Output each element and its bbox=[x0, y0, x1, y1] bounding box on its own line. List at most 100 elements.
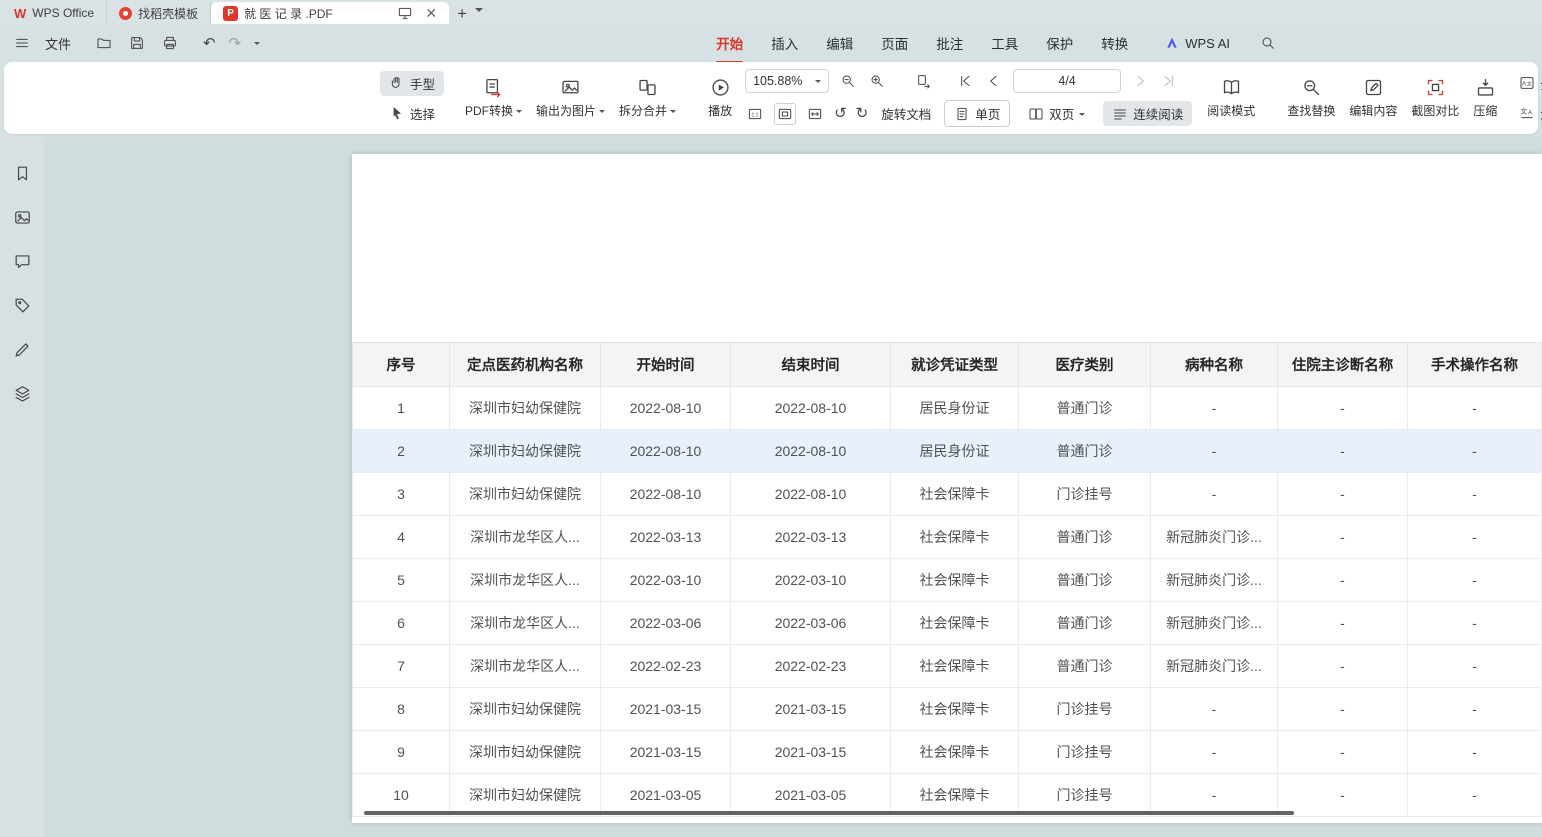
table-cell: 2022-08-10 bbox=[731, 473, 891, 516]
pdf-convert-button[interactable]: PDF转换 bbox=[458, 73, 529, 123]
table-row[interactable]: 7深圳市龙华区人...2022-02-232022-02-23社会保障卡普通门诊… bbox=[353, 645, 1542, 688]
zoom-in-icon[interactable] bbox=[867, 71, 887, 91]
table-row[interactable]: 2深圳市妇幼保健院2022-08-102022-08-10居民身份证普通门诊--… bbox=[353, 430, 1542, 473]
tab-document-controls: ✕ bbox=[395, 3, 437, 23]
ribbon-tab-page[interactable]: 页面 bbox=[867, 29, 922, 57]
thumbnail-icon[interactable] bbox=[11, 206, 34, 229]
previous-page-icon[interactable] bbox=[984, 71, 1004, 91]
compress-button[interactable]: 压缩 bbox=[1466, 73, 1504, 123]
close-tab-icon[interactable]: ✕ bbox=[425, 6, 437, 20]
hand-tool-button[interactable]: 手型 bbox=[380, 71, 444, 96]
comment-icon[interactable] bbox=[11, 250, 34, 273]
double-page-button[interactable]: 双页 bbox=[1019, 101, 1094, 126]
ribbon-tab-tools[interactable]: 工具 bbox=[977, 29, 1032, 57]
column-header: 病种名称 bbox=[1151, 343, 1278, 387]
word-translation-button[interactable]: 文A 划词翻译 bbox=[1510, 101, 1542, 126]
tab-docer-template[interactable]: 找稻壳模板 bbox=[107, 2, 211, 24]
split-merge-label: 拆分合并 bbox=[619, 102, 667, 119]
column-header: 序号 bbox=[353, 343, 450, 387]
continuous-read-button[interactable]: 连续阅读 bbox=[1103, 101, 1192, 126]
ribbon-tab-protect[interactable]: 保护 bbox=[1032, 29, 1087, 57]
wps-ai-button[interactable]: WPS AI bbox=[1164, 35, 1230, 51]
screenshot-compare-label: 截图对比 bbox=[1411, 102, 1459, 119]
table-row[interactable]: 9深圳市妇幼保健院2021-03-152021-03-15社会保障卡门诊挂号--… bbox=[353, 731, 1542, 774]
mini-window-icon[interactable] bbox=[395, 3, 415, 23]
fit-page-icon[interactable] bbox=[774, 103, 796, 125]
horizontal-scrollbar[interactable] bbox=[364, 811, 1294, 815]
rotate-right-icon[interactable]: ↻ bbox=[856, 106, 869, 121]
layers-icon[interactable] bbox=[11, 382, 34, 405]
export-image-label: 输出为图片 bbox=[536, 102, 596, 119]
file-menu[interactable]: 文件 bbox=[45, 34, 71, 53]
svg-text:A: A bbox=[1528, 110, 1532, 116]
single-page-icon bbox=[954, 106, 970, 122]
zoom-level-select[interactable]: 105.88% bbox=[745, 69, 829, 93]
first-page-icon[interactable] bbox=[955, 71, 975, 91]
wps-office-window: W WPS Office 找稻壳模板 P 就 医 记 录 .PDF ✕ + 文件 bbox=[0, 0, 1542, 837]
page-number-input[interactable]: 4/4 bbox=[1013, 69, 1121, 93]
hamburger-menu-icon[interactable] bbox=[12, 33, 32, 53]
full-translation-button[interactable]: A文 全文翻译 bbox=[1510, 71, 1542, 96]
search-icon[interactable] bbox=[1258, 33, 1278, 53]
tab-document-pdf[interactable]: P 就 医 记 录 .PDF ✕ bbox=[211, 2, 449, 24]
single-page-button[interactable]: 单页 bbox=[944, 100, 1010, 127]
table-row[interactable]: 5深圳市龙华区人...2022-03-102022-03-10社会保障卡普通门诊… bbox=[353, 559, 1542, 602]
redo-icon[interactable]: ↷ bbox=[229, 36, 242, 51]
table-cell: 2021-03-15 bbox=[601, 688, 731, 731]
layout-row: 1:1 ↺ ↻ 旋转文档 单页 双页 bbox=[745, 100, 1192, 127]
export-image-button[interactable]: 输出为图片 bbox=[529, 73, 612, 123]
ribbon-tab-edit[interactable]: 编辑 bbox=[812, 29, 867, 57]
history-chevron-icon[interactable] bbox=[254, 42, 260, 48]
table-body: 1深圳市妇幼保健院2022-08-102022-08-10居民身份证普通门诊--… bbox=[353, 387, 1542, 817]
read-mode-button[interactable]: 阅读模式 bbox=[1200, 73, 1262, 123]
table-cell: 深圳市龙华区人... bbox=[450, 559, 601, 602]
rotate-document-button[interactable]: 旋转文档 bbox=[877, 101, 935, 126]
table-cell: 门诊挂号 bbox=[1019, 688, 1151, 731]
table-row[interactable]: 1深圳市妇幼保健院2022-08-102022-08-10居民身份证普通门诊--… bbox=[353, 387, 1542, 430]
bookmark-icon[interactable] bbox=[11, 162, 34, 185]
find-replace-button[interactable]: 查找替换 bbox=[1280, 73, 1342, 123]
table-cell: - bbox=[1151, 430, 1278, 473]
table-row[interactable]: 6深圳市龙华区人...2022-03-062022-03-06社会保障卡普通门诊… bbox=[353, 602, 1542, 645]
table-row[interactable]: 3深圳市妇幼保健院2022-08-102022-08-10社会保障卡门诊挂号--… bbox=[353, 473, 1542, 516]
table-cell: 普通门诊 bbox=[1019, 387, 1151, 430]
new-tab-icon[interactable]: + bbox=[449, 4, 475, 24]
fit-width-icon[interactable] bbox=[805, 104, 825, 124]
actual-size-icon[interactable]: 1:1 bbox=[745, 104, 765, 124]
wps-logo-icon: W bbox=[14, 6, 26, 21]
page-jump-icon[interactable] bbox=[914, 71, 934, 91]
table-cell: - bbox=[1408, 430, 1542, 473]
zoom-out-icon[interactable] bbox=[838, 71, 858, 91]
table-row[interactable]: 8深圳市妇幼保健院2021-03-152021-03-15社会保障卡门诊挂号--… bbox=[353, 688, 1542, 731]
open-folder-icon[interactable] bbox=[94, 33, 114, 53]
ribbon-tab-insert[interactable]: 插入 bbox=[757, 29, 812, 57]
table-row[interactable]: 4深圳市龙华区人...2022-03-132022-03-13社会保障卡普通门诊… bbox=[353, 516, 1542, 559]
split-merge-button[interactable]: 拆分合并 bbox=[612, 73, 683, 123]
tag-icon[interactable] bbox=[11, 294, 34, 317]
last-page-icon[interactable] bbox=[1159, 71, 1179, 91]
ribbon-tab-comment[interactable]: 批注 bbox=[922, 29, 977, 57]
select-tool-button[interactable]: 选择 bbox=[380, 101, 444, 126]
tab-wps-office[interactable]: W WPS Office bbox=[2, 2, 107, 24]
rotate-left-icon[interactable]: ↺ bbox=[834, 106, 847, 121]
table-cell: 深圳市妇幼保健院 bbox=[450, 430, 601, 473]
print-icon[interactable] bbox=[160, 33, 180, 53]
save-icon[interactable] bbox=[127, 33, 147, 53]
pdf-page[interactable]: 序号定点医药机构名称开始时间结束时间就诊凭证类型医疗类别病种名称住院主诊断名称手… bbox=[352, 154, 1542, 823]
screenshot-compare-button[interactable]: 截图对比 bbox=[1404, 73, 1466, 123]
document-area[interactable]: 序号定点医药机构名称开始时间结束时间就诊凭证类型医疗类别病种名称住院主诊断名称手… bbox=[44, 136, 1542, 837]
tab-list-chevron-icon[interactable] bbox=[475, 8, 483, 16]
play-label: 播放 bbox=[708, 102, 732, 119]
table-cell: 2022-03-06 bbox=[731, 602, 891, 645]
undo-icon[interactable]: ↶ bbox=[203, 36, 216, 51]
pointer-tools-group: 手型 选择 bbox=[380, 71, 444, 126]
wps-ai-logo-icon bbox=[1164, 35, 1180, 51]
ribbon-tab-convert[interactable]: 转换 bbox=[1087, 29, 1142, 57]
edit-content-button[interactable]: 编辑内容 bbox=[1342, 73, 1404, 123]
next-page-icon[interactable] bbox=[1130, 71, 1150, 91]
play-button[interactable]: 播放 bbox=[701, 73, 739, 123]
table-cell: 2022-08-10 bbox=[731, 387, 891, 430]
signature-pen-icon[interactable] bbox=[11, 338, 34, 361]
table-cell: 深圳市妇幼保健院 bbox=[450, 387, 601, 430]
ribbon-tab-home[interactable]: 开始 bbox=[702, 29, 757, 57]
